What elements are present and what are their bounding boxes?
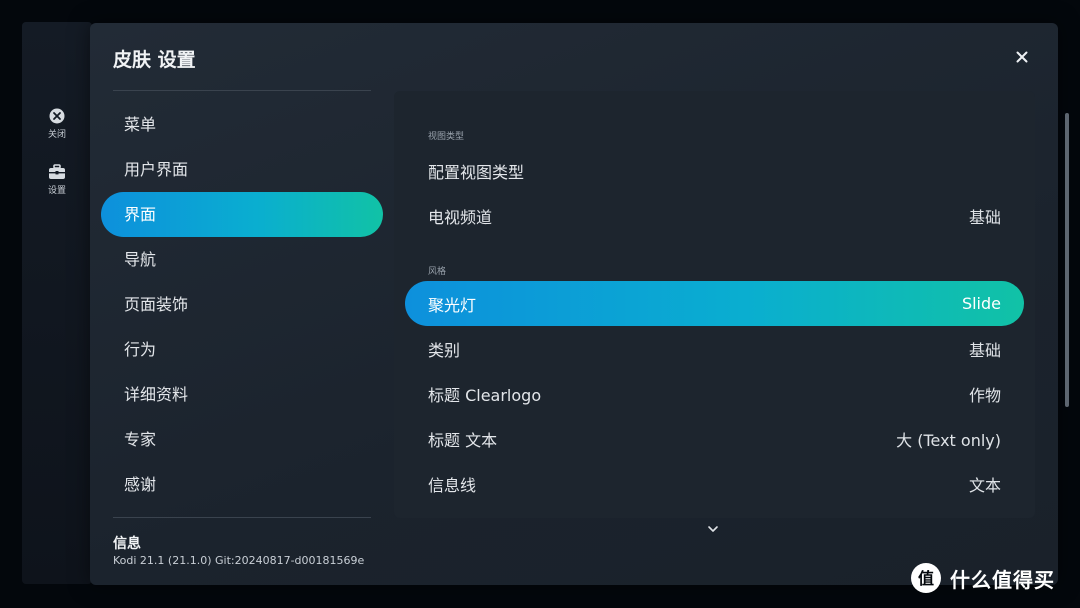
smzdm-logo-icon: 值 — [911, 563, 941, 593]
version-text: Kodi 21.1 (21.1.0) Git:20240817-d0018156… — [113, 554, 365, 567]
setting-label: 标题 Clearlogo — [428, 385, 542, 405]
scroll-down-button[interactable] — [706, 519, 720, 532]
scrollbar[interactable] — [1065, 113, 1069, 407]
category-item-expert[interactable]: 专家 — [101, 417, 383, 462]
section-label-style: 风格 — [428, 267, 447, 277]
close-button[interactable] — [1012, 47, 1032, 67]
category-item-details[interactable]: 详细资料 — [101, 372, 383, 417]
setting-label: 电视频道 — [428, 207, 493, 227]
toolbox-icon — [49, 164, 65, 179]
category-item-credits[interactable]: 感谢 — [101, 462, 383, 507]
side-rail: 关闭 设置 — [22, 22, 92, 584]
setting-label: 类别 — [428, 340, 461, 360]
info-title: 信息 — [113, 536, 141, 552]
setting-title-text[interactable]: 标题 文本 大 (Text only) — [405, 416, 1024, 461]
section-label-view-type: 视图类型 — [428, 132, 465, 142]
category-item-navigation[interactable]: 导航 — [101, 237, 383, 282]
rail-close-button[interactable]: 关闭 — [22, 108, 92, 140]
setting-category[interactable]: 类别 基础 — [405, 326, 1024, 371]
setting-value: 基础 — [968, 207, 1001, 227]
setting-info-line[interactable]: 信息线 文本 — [405, 461, 1024, 506]
setting-tv-channels[interactable]: 电视频道 基础 — [405, 193, 1024, 238]
rail-settings-button[interactable]: 设置 — [22, 164, 92, 196]
category-list: 菜单 用户界面 界面 导航 页面装饰 行为 详细资料 专家 感谢 — [101, 102, 383, 507]
setting-label: 聚光灯 — [428, 295, 477, 315]
svg-text:值: 值 — [918, 569, 934, 588]
category-item-interface[interactable]: 界面 — [101, 192, 383, 237]
watermark: 值 什么值得买 — [910, 562, 1055, 594]
setting-value: 大 (Text only) — [896, 430, 1001, 450]
setting-label: 信息线 — [428, 475, 477, 495]
setting-value: 文本 — [968, 475, 1001, 495]
category-item-behavior[interactable]: 行为 — [101, 327, 383, 372]
close-icon — [1016, 51, 1028, 63]
watermark-text: 什么值得买 — [950, 567, 1055, 592]
title-divider — [113, 90, 371, 91]
setting-label: 标题 文本 — [428, 430, 498, 450]
category-item-menu[interactable]: 菜单 — [101, 102, 383, 147]
dialog-title: 皮肤 设置 — [113, 49, 196, 71]
setting-title-clearlogo[interactable]: 标题 Clearlogo 作物 — [405, 371, 1024, 416]
info-divider — [113, 517, 371, 518]
settings-panel: 视图类型 配置视图类型 电视频道 基础 风格 聚光灯 Slide 类别 基础 标… — [394, 91, 1035, 518]
chevron-down-icon — [708, 526, 718, 532]
rail-settings-label: 设置 — [47, 186, 66, 196]
skin-settings-dialog: 皮肤 设置 菜单 用户界面 界面 导航 页面装饰 行为 详细资料 专家 感谢 信… — [90, 23, 1069, 585]
category-item-user-interface[interactable]: 用户界面 — [101, 147, 383, 192]
setting-value: Slide — [961, 294, 1001, 313]
setting-value: 基础 — [968, 340, 1001, 360]
setting-label: 配置视图类型 — [428, 162, 525, 182]
close-circle-icon — [49, 108, 65, 124]
category-item-page-decoration[interactable]: 页面装饰 — [101, 282, 383, 327]
setting-spotlight[interactable]: 聚光灯 Slide — [405, 281, 1024, 326]
rail-close-label: 关闭 — [47, 130, 66, 140]
setting-value: 作物 — [968, 385, 1001, 405]
setting-configure-view-type[interactable]: 配置视图类型 — [405, 148, 1024, 193]
